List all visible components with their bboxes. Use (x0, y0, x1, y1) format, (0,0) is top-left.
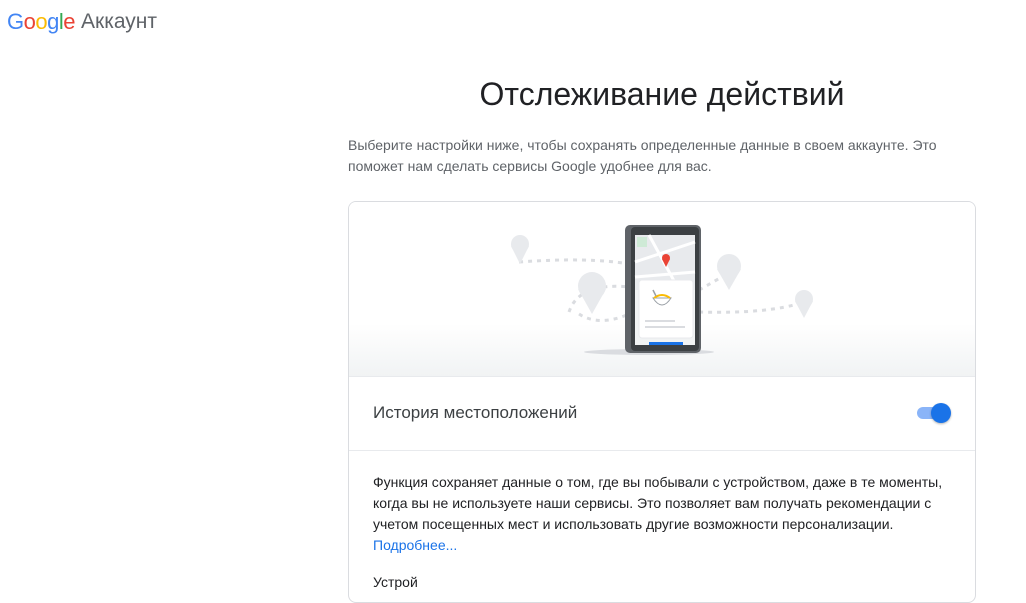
logo-letter: o (23, 9, 36, 34)
header: Google Аккаунт (7, 8, 157, 36)
intro-text: Выберите настройки ниже, чтобы сохранять… (348, 137, 937, 174)
location-illustration (349, 202, 975, 376)
pin-icon (795, 290, 813, 318)
description-text: Функция сохраняет данные о том, где вы п… (373, 474, 943, 532)
logo-letter: G (7, 9, 24, 34)
location-history-row[interactable]: История местоположений (349, 376, 975, 451)
pin-icon (511, 235, 529, 264)
location-history-toggle[interactable] (915, 403, 951, 423)
next-section-text: Устрой (373, 574, 418, 590)
logo-letter: o (35, 9, 48, 34)
toggle-thumb (931, 403, 951, 423)
page-title: Отслеживание действий (479, 76, 845, 112)
location-history-card: История местоположений Функция сохраняет… (348, 201, 976, 603)
learn-more-link[interactable]: Подробнее... (373, 537, 457, 553)
product-name: Аккаунт (81, 10, 158, 33)
logo-letter: e (63, 9, 76, 34)
google-logo[interactable]: Google (7, 9, 76, 35)
setting-label: История местоположений (373, 403, 578, 422)
pin-icon (717, 254, 741, 290)
logo-letter: g (47, 9, 59, 34)
pin-icon (578, 272, 606, 314)
phone-map-illustration (511, 225, 813, 355)
setting-description: Функция сохраняет данные о том, где вы п… (373, 472, 953, 556)
